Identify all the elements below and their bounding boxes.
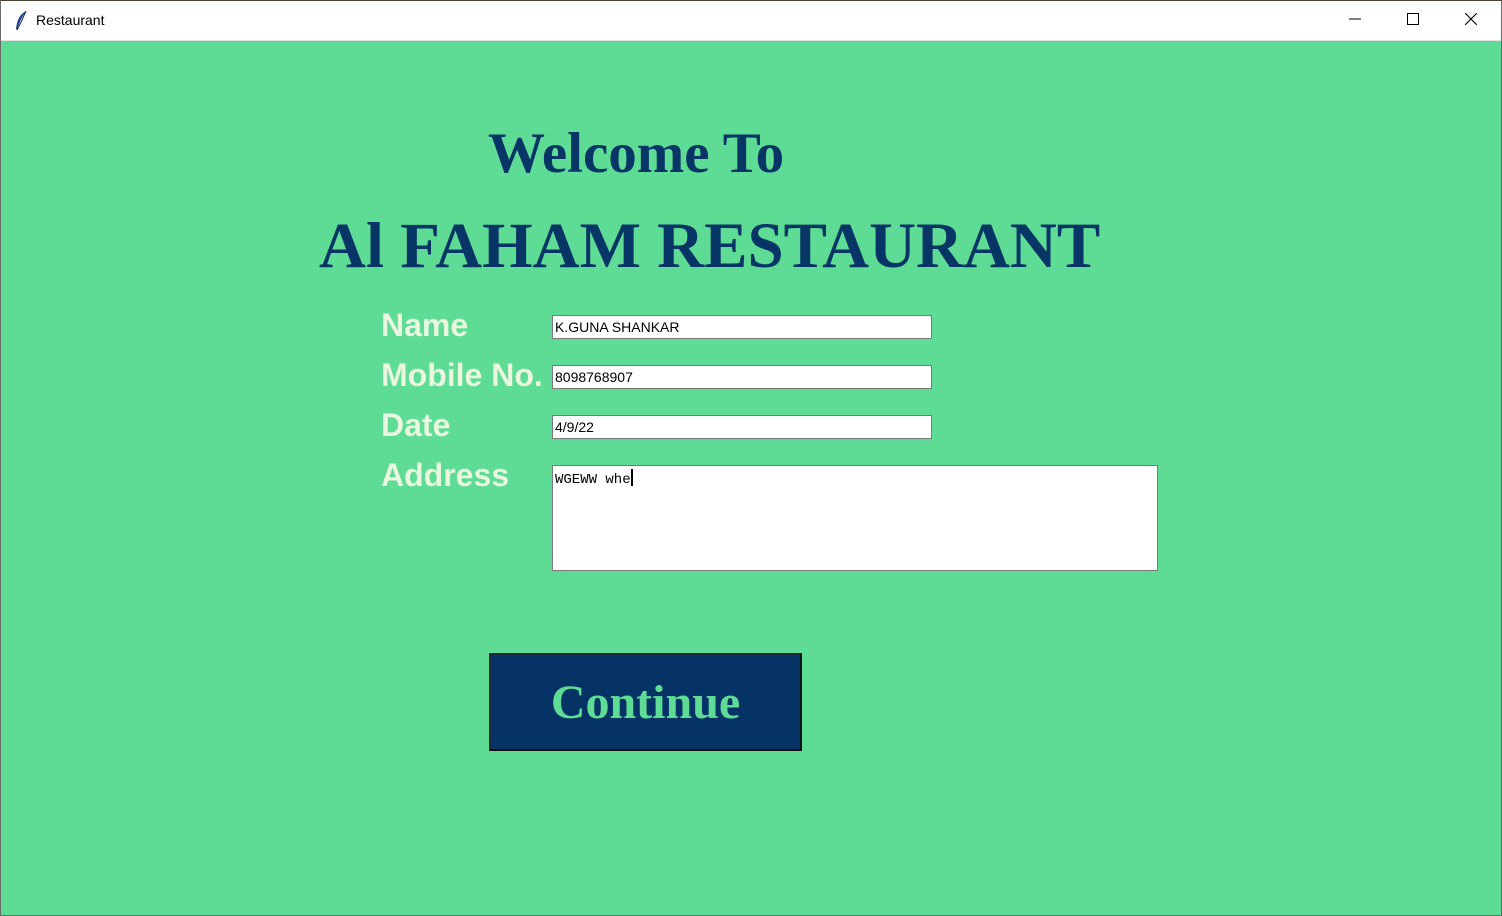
- name-input[interactable]: [552, 315, 932, 339]
- close-button[interactable]: [1442, 1, 1500, 40]
- address-textarea[interactable]: WGEWW whe: [552, 465, 1158, 571]
- mobile-label: Mobile No.: [381, 357, 543, 393]
- main-content: Welcome To Al FAHAM RESTAURANT Name Mobi…: [1, 41, 1501, 915]
- close-icon: [1464, 12, 1478, 30]
- app-window: Restaurant Welcome To Al FAHAM RESTAURAN…: [0, 0, 1502, 916]
- continue-button-label: Continue: [550, 675, 741, 729]
- minimize-button[interactable]: [1326, 1, 1384, 40]
- text-caret: [630, 469, 633, 486]
- restaurant-name-heading: Al FAHAM RESTAURANT: [319, 210, 1101, 282]
- maximize-icon: [1407, 12, 1419, 30]
- maximize-button[interactable]: [1384, 1, 1442, 40]
- date-label: Date: [381, 407, 451, 443]
- title-bar[interactable]: Restaurant: [1, 1, 1501, 41]
- address-label: Address: [381, 457, 510, 493]
- feather-icon: [14, 10, 28, 32]
- window-title: Restaurant: [36, 12, 105, 28]
- address-text: WGEWW whe: [555, 472, 631, 488]
- welcome-heading: Welcome To: [488, 122, 785, 185]
- mobile-input[interactable]: [552, 365, 932, 389]
- date-input[interactable]: [552, 415, 932, 439]
- minimize-icon: [1349, 12, 1361, 30]
- continue-button[interactable]: Continue: [489, 653, 802, 751]
- name-label: Name: [381, 307, 469, 343]
